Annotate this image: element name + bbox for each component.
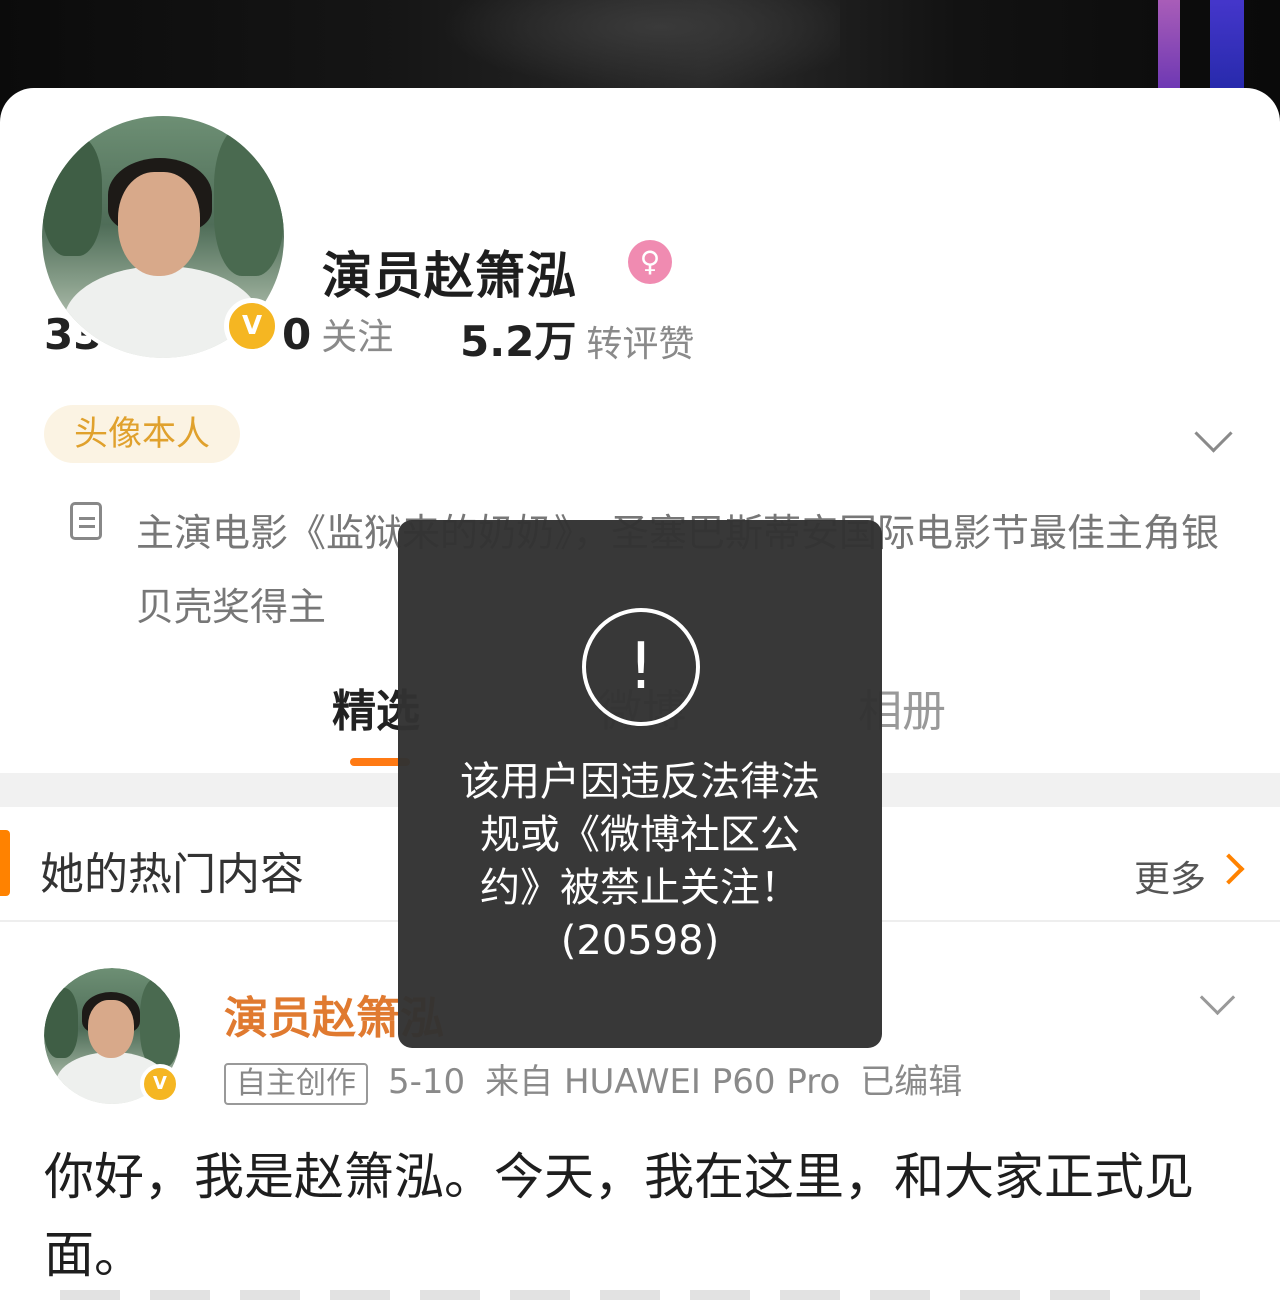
toast-message: 该用户因违反法律法 规或《微博社区公 约》被禁止关注！ (20598) [460,759,820,964]
stat-interactions[interactable]: 5.2万 转评赞 [460,308,694,369]
error-toast: ! 该用户因违反法律法 规或《微博社区公 约》被禁止关注！ (20598) [398,520,882,1048]
post-source: 来自 HUAWEI P60 Pro [485,1062,841,1102]
stat-label: 转评赞 [586,324,695,365]
cover-light-streak [1210,0,1244,90]
avatar-bg-tree [42,136,102,256]
avatar-bg-tree [44,988,78,1058]
profile-tag[interactable]: 头像本人 [44,405,240,463]
profile-username: 演员赵箫泓 [322,247,577,305]
post-date: 5-10 [388,1062,466,1102]
exclamation-circle-icon: ! [582,608,700,726]
document-icon [70,502,102,540]
section-accent-bar [0,830,10,896]
post-edited: 已编辑 [860,1062,963,1102]
cover-light-streak [1158,0,1180,90]
cover-blur [440,0,840,90]
stat-value: 5.2万 [460,317,577,366]
stat-label: 关注 [321,317,394,358]
post-text[interactable]: 你好，我是赵箫泓。今天，我在这里，和大家正式见面。 [44,1138,1244,1294]
stat-value: 0 [282,310,312,359]
avatar-bg-tree [214,126,284,276]
original-content-badge: 自主创作 [224,1063,368,1105]
more-link[interactable]: 更多 [1134,850,1206,902]
stat-following[interactable]: 0 关注 [282,308,393,360]
avatar-face [118,172,200,276]
verified-badge-icon: V [224,298,280,354]
post-meta: 自主创作 5-10 来自 HUAWEI P60 Pro 已编辑 [224,1054,982,1105]
section-title: 她的热门内容 [40,849,304,900]
verified-badge-icon: V [140,1064,180,1104]
avatar-bg-tree [140,978,180,1068]
female-gender-icon: ♀ [628,240,672,284]
next-line-peek [60,1290,1200,1300]
avatar-face [88,1000,134,1058]
